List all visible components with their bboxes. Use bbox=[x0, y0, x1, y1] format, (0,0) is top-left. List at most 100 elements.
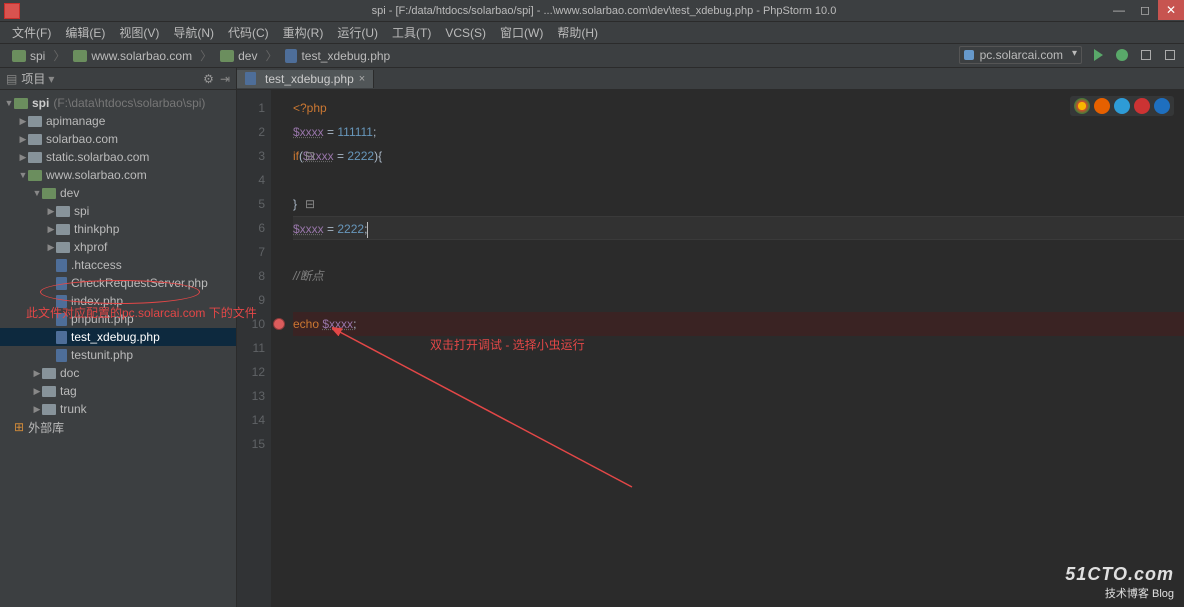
tree-twisty-icon[interactable]: ▶ bbox=[18, 116, 28, 127]
menu-item[interactable]: 重构(R) bbox=[277, 22, 330, 43]
line-number[interactable]: 4 bbox=[237, 168, 265, 192]
minimize-button[interactable]: — bbox=[1106, 0, 1132, 20]
code-line[interactable]: $xxxx = 111111; bbox=[293, 120, 1184, 144]
tree-root[interactable]: ▼spi(F:\data\htdocs\solarbao\spi) bbox=[0, 94, 236, 112]
tree-twisty-icon[interactable]: ▶ bbox=[32, 386, 42, 397]
annotation-editor-note: 双击打开调试 - 选择小虫运行 bbox=[430, 336, 585, 353]
code-line[interactable] bbox=[293, 168, 1184, 192]
debug-button[interactable] bbox=[1114, 47, 1130, 63]
code-line[interactable] bbox=[293, 336, 1184, 360]
close-tab-icon[interactable]: × bbox=[359, 73, 365, 85]
tree-node[interactable]: ▶static.solarbao.com bbox=[0, 148, 236, 166]
project-tree[interactable]: ▼spi(F:\data\htdocs\solarbao\spi)▶apiman… bbox=[0, 90, 236, 440]
tree-node[interactable]: testunit.php bbox=[0, 346, 236, 364]
file-icon bbox=[56, 349, 67, 362]
line-number[interactable]: 12 bbox=[237, 360, 265, 384]
code-line[interactable] bbox=[293, 432, 1184, 456]
menu-item[interactable]: 帮助(H) bbox=[551, 22, 604, 43]
php-icon bbox=[285, 49, 297, 63]
menu-item[interactable]: 窗口(W) bbox=[494, 22, 549, 43]
run-button[interactable] bbox=[1090, 47, 1106, 63]
toolbar-button-2[interactable] bbox=[1162, 47, 1178, 63]
folder-icon bbox=[42, 188, 56, 199]
tree-node[interactable]: ▼www.solarbao.com bbox=[0, 166, 236, 184]
tree-twisty-icon[interactable]: ▶ bbox=[32, 368, 42, 379]
code-area[interactable]: <?php$xxxx = 111111;⊟if($xxxx = 2222){ ⊟}… bbox=[271, 90, 1184, 607]
fold-icon[interactable]: ⊟ bbox=[305, 144, 315, 168]
code-line[interactable]: //断点 bbox=[293, 264, 1184, 288]
menu-item[interactable]: 编辑(E) bbox=[59, 22, 111, 43]
tree-twisty-icon[interactable]: ▶ bbox=[46, 224, 56, 235]
line-number[interactable]: 3 bbox=[237, 144, 265, 168]
close-button[interactable]: ✕ bbox=[1158, 0, 1184, 20]
code-line[interactable] bbox=[293, 408, 1184, 432]
tree-node[interactable]: ▶apimanage bbox=[0, 112, 236, 130]
menu-item[interactable]: 运行(U) bbox=[331, 22, 384, 43]
watermark: 51CTO.com 技术博客 Blog bbox=[1065, 564, 1174, 601]
collapse-icon[interactable]: ⇥ bbox=[220, 72, 230, 86]
project-panel-label: 项目 bbox=[21, 70, 45, 87]
file-icon bbox=[56, 277, 67, 290]
tree-twisty-icon[interactable]: ▼ bbox=[18, 170, 28, 180]
code-line[interactable]: $xxxx = 2222; bbox=[293, 216, 1184, 240]
line-number[interactable]: 5 bbox=[237, 192, 265, 216]
tree-node[interactable]: ▶xhprof bbox=[0, 238, 236, 256]
line-number[interactable]: 15 bbox=[237, 432, 265, 456]
tree-twisty-icon[interactable]: ▶ bbox=[18, 134, 28, 145]
tree-node[interactable]: ▶trunk bbox=[0, 400, 236, 418]
tree-node[interactable]: test_xdebug.php bbox=[0, 328, 236, 346]
line-number[interactable]: 6 bbox=[237, 216, 265, 240]
menu-item[interactable]: VCS(S) bbox=[439, 24, 492, 42]
code-line[interactable]: <?php bbox=[293, 96, 1184, 120]
line-number[interactable]: 14 bbox=[237, 408, 265, 432]
tree-node[interactable]: .htaccess bbox=[0, 256, 236, 274]
tree-node[interactable]: CheckRequestServer.php bbox=[0, 274, 236, 292]
run-config-dropdown[interactable]: pc.solarcai.com bbox=[959, 46, 1082, 64]
code-line[interactable]: ⊟if($xxxx = 2222){ bbox=[293, 144, 1184, 168]
menu-item[interactable]: 视图(V) bbox=[113, 22, 165, 43]
library-icon: ⊞ bbox=[14, 420, 24, 434]
line-number[interactable]: 11 bbox=[237, 336, 265, 360]
line-number[interactable]: 7 bbox=[237, 240, 265, 264]
menu-item[interactable]: 工具(T) bbox=[386, 22, 437, 43]
fold-icon[interactable]: ⊟ bbox=[305, 192, 315, 216]
tree-node[interactable]: ▶thinkphp bbox=[0, 220, 236, 238]
breadcrumb-item[interactable]: www.solarbao.com bbox=[67, 47, 198, 65]
line-gutter[interactable]: 123456789101112131415 bbox=[237, 90, 271, 607]
tree-twisty-icon[interactable]: ▼ bbox=[32, 188, 42, 198]
tree-twisty-icon[interactable]: ▶ bbox=[32, 404, 42, 415]
code-line[interactable] bbox=[293, 360, 1184, 384]
php-file-icon bbox=[245, 72, 256, 85]
tree-node[interactable]: ▼dev bbox=[0, 184, 236, 202]
toolbar-button-1[interactable] bbox=[1138, 47, 1154, 63]
tree-twisty-icon[interactable]: ▶ bbox=[18, 152, 28, 163]
breadcrumb-item[interactable]: test_xdebug.php bbox=[279, 47, 396, 65]
menu-item[interactable]: 代码(C) bbox=[222, 22, 275, 43]
code-line[interactable]: ⊟} bbox=[293, 192, 1184, 216]
tree-node[interactable]: ▶tag bbox=[0, 382, 236, 400]
menu-item[interactable]: 导航(N) bbox=[167, 22, 220, 43]
line-number[interactable]: 2 bbox=[237, 120, 265, 144]
code-line[interactable] bbox=[293, 288, 1184, 312]
line-number[interactable]: 13 bbox=[237, 384, 265, 408]
gear-icon[interactable] bbox=[203, 72, 214, 86]
breadcrumb-item[interactable]: dev bbox=[214, 47, 263, 65]
tree-twisty-icon[interactable]: ▶ bbox=[46, 242, 56, 253]
line-number[interactable]: 1 bbox=[237, 96, 265, 120]
tree-twisty-icon[interactable]: ▶ bbox=[46, 206, 56, 217]
maximize-button[interactable]: ◻ bbox=[1132, 0, 1158, 20]
tree-node[interactable]: ▶solarbao.com bbox=[0, 130, 236, 148]
code-line[interactable]: echo $xxxx; bbox=[293, 312, 1184, 336]
code-line[interactable] bbox=[293, 240, 1184, 264]
folder-icon bbox=[28, 152, 42, 163]
line-number[interactable]: 8 bbox=[237, 264, 265, 288]
code-line[interactable] bbox=[293, 384, 1184, 408]
tree-node[interactable]: ▶spi bbox=[0, 202, 236, 220]
project-dropdown-icon[interactable]: ▾ bbox=[48, 72, 54, 86]
editor-tab[interactable]: test_xdebug.php × bbox=[237, 70, 374, 88]
breadcrumb-item[interactable]: spi bbox=[6, 47, 51, 65]
external-libraries[interactable]: ⊞外部库 bbox=[0, 418, 236, 436]
tree-node[interactable]: ▶doc bbox=[0, 364, 236, 382]
folder-icon bbox=[56, 224, 70, 235]
menu-item[interactable]: 文件(F) bbox=[6, 22, 57, 43]
